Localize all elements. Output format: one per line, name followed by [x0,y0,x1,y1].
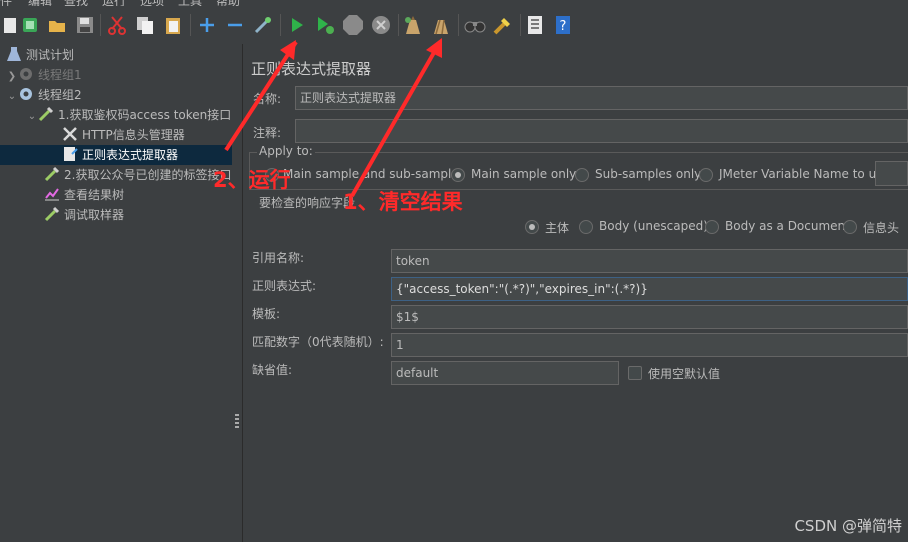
comment-label: 注释: [253,126,282,140]
comment-field[interactable] [295,119,908,143]
default-label: 缺省值: [252,363,293,377]
stop-icon[interactable] [342,14,364,36]
radio-body-label: 主体 [545,221,570,235]
templates-icon[interactable] [20,14,42,36]
use-empty-default-checkbox[interactable] [628,366,642,380]
radio-body-unescaped-label: Body (unescaped) [599,219,708,233]
chevron-down-icon[interactable]: ⌄ [6,87,18,107]
match-no-field[interactable]: 1 [391,333,908,357]
chevron-right-icon[interactable]: ❯ [6,67,18,87]
name-label: 名称: [253,92,282,106]
start-no-pause-icon[interactable] [314,14,336,36]
radio-sub-only-label: Sub-samples only [595,167,702,181]
tools-icon [62,126,78,142]
search-icon[interactable] [464,14,486,36]
copy-icon[interactable] [134,14,156,36]
radio-jmeter-variable-label: JMeter Variable Name to use [719,167,890,181]
default-field[interactable]: default [391,361,619,385]
tree-item-regex-extractor[interactable]: 正则表达式提取器 [0,145,232,165]
tree-item-header-manager[interactable]: HTTP信息头管理器 [62,125,185,145]
gear-icon [18,86,34,102]
radio-body[interactable] [525,220,539,234]
ref-name-label: 引用名称: [252,251,305,265]
use-empty-default-label: 使用空默认值 [648,367,721,381]
chart-icon [44,186,60,202]
tree-item-thread-group-1[interactable]: ❯ 线程组1 [6,65,82,85]
gear-icon [18,66,34,82]
name-field[interactable]: 正则表达式提取器 [295,86,908,110]
annotation-clear: 1、清空结果 [343,190,463,214]
watermark: CSDN @弹简特 [794,517,902,535]
start-icon[interactable] [286,14,308,36]
radio-headers[interactable] [843,220,857,234]
regex-label: 正则表达式: [252,279,317,293]
test-plan-tree: 测试计划 ❯ 线程组1 ⌄ 线程组2 ⌄ 1.获取鉴权码access token接口 … [0,44,232,542]
document-icon [62,146,78,162]
shutdown-icon[interactable] [370,14,392,36]
splitter-grip[interactable] [235,414,239,428]
clear-all-icon[interactable] [430,14,452,36]
radio-main-only-label: Main sample only [471,167,577,181]
radio-main-only[interactable] [451,168,465,182]
expand-icon[interactable] [196,14,218,36]
toggle-icon[interactable] [252,14,274,36]
pipette-icon [38,106,54,122]
radio-headers-label: 信息头 [863,221,900,235]
test-plan-icon [6,46,22,62]
field-to-check-legend: 要检查的响应字段 [259,196,356,210]
splitter[interactable] [232,44,243,542]
chevron-down-icon[interactable]: ⌄ [26,107,38,127]
template-label: 模板: [252,307,281,321]
tree-item-results-tree[interactable]: 查看结果树 [44,185,124,205]
radio-sub-only[interactable] [575,168,589,182]
new-icon[interactable] [0,14,22,36]
regex-extractor-panel: 正则表达式提取器 名称: 正则表达式提取器 注释: Apply to: Main… [243,44,908,542]
radio-main-and-sub-label: Main sample and sub-samples [283,167,465,181]
tree-item-sampler-1[interactable]: ⌄ 1.获取鉴权码access token接口 [26,105,231,125]
radio-body-as-document-label: Body as a Document [725,219,850,233]
radio-body-unescaped[interactable] [579,220,593,234]
tree-item-test-plan[interactable]: 测试计划 [6,45,74,65]
toolbar: ? [0,6,908,45]
tree-item-thread-group-2[interactable]: ⌄ 线程组2 [6,85,82,105]
pipette-icon [44,166,60,182]
reset-search-icon[interactable] [492,14,514,36]
cut-icon[interactable] [106,14,128,36]
panel-title: 正则表达式提取器 [251,60,372,78]
apply-to-legend: Apply to: [257,144,315,158]
pipette-icon [44,206,60,222]
template-field[interactable]: $1$ [391,305,908,329]
jmeter-variable-field[interactable] [875,161,908,186]
clear-icon[interactable] [402,14,424,36]
open-icon[interactable] [46,14,68,36]
tree-item-sampler-2[interactable]: 2.获取公众号已创建的标签接口 [44,165,231,185]
help-icon[interactable]: ? [552,14,574,36]
collapse-icon[interactable] [224,14,246,36]
annotation-run: 2、运行 [213,168,291,192]
radio-body-as-document[interactable] [705,220,719,234]
save-icon[interactable] [74,14,96,36]
function-helper-icon[interactable] [524,14,546,36]
regex-field[interactable]: {"access_token":"(.*?)","expires_in":(.*… [391,277,908,301]
svg-text:?: ? [560,19,567,34]
match-no-label: 匹配数字（0代表随机）: [252,335,384,349]
ref-name-field[interactable]: token [391,249,908,273]
paste-icon[interactable] [162,14,184,36]
tree-item-debug-sampler[interactable]: 调试取样器 [44,205,124,225]
radio-jmeter-variable[interactable] [699,168,713,182]
